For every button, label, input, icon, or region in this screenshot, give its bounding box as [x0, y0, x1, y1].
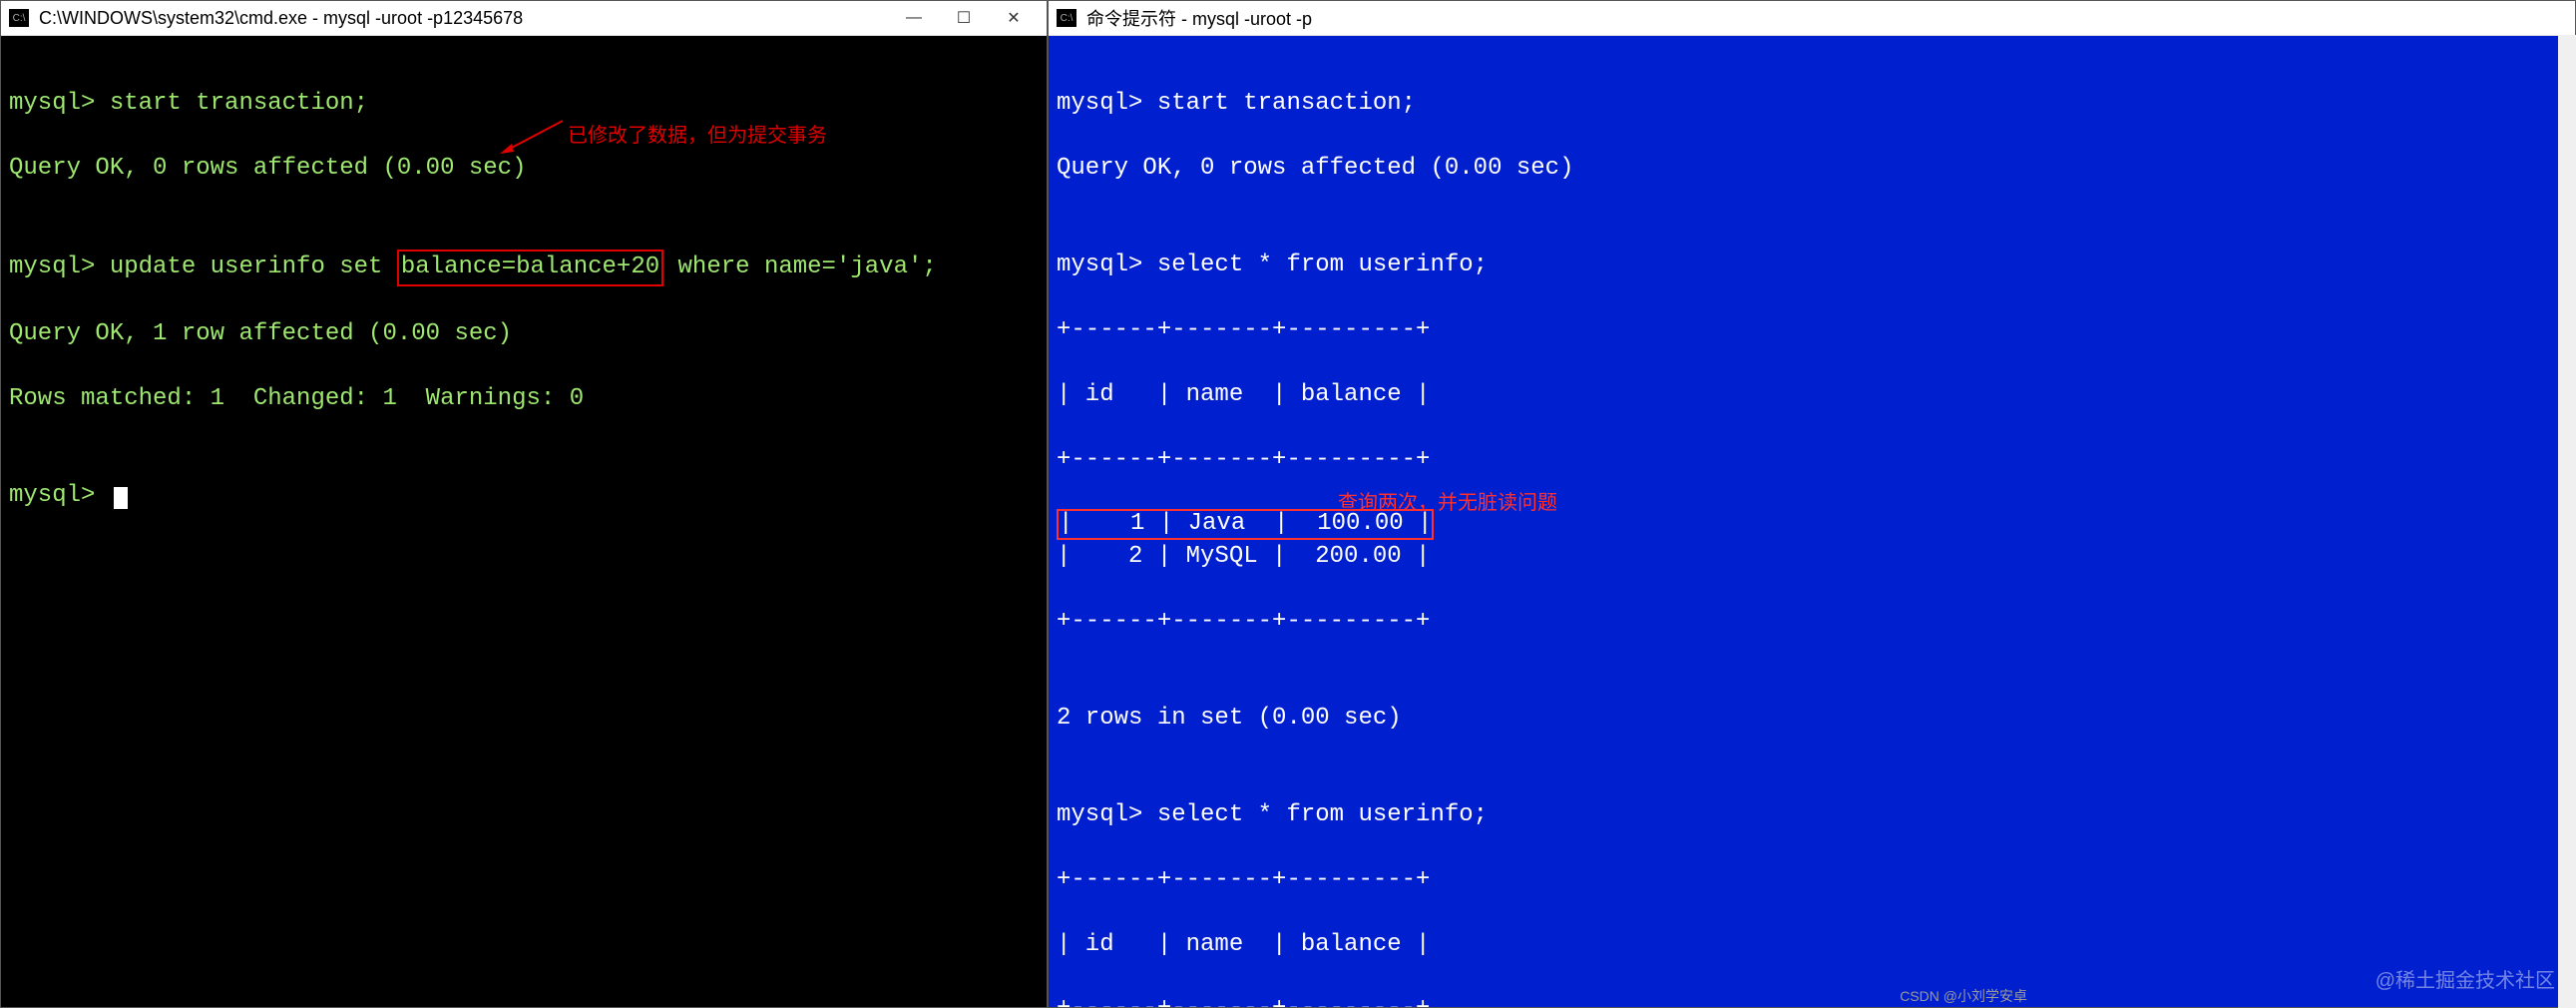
terminal-line: mysql> update userinfo set balance=balan…: [9, 250, 1039, 285]
terminal-line: 2 rows in set (0.00 sec): [1057, 703, 2567, 735]
right-title-text: 命令提示符 - mysql -uroot -p: [1086, 5, 2567, 31]
right-titlebar[interactable]: C:\ 命令提示符 - mysql -uroot -p: [1049, 1, 2575, 36]
right-terminal-body[interactable]: mysql> start transaction; Query OK, 0 ro…: [1049, 36, 2575, 1007]
terminal-line: mysql> start transaction;: [1057, 88, 2567, 120]
right-annotation-text: 查询两次，并无脏读问题: [1338, 490, 1557, 517]
watermark-text: @稀土掘金技术社区: [2375, 968, 2555, 995]
left-terminal-body[interactable]: mysql> start transaction; Query OK, 0 ro…: [1, 36, 1047, 1007]
arrow-icon: [498, 116, 568, 156]
left-title-text: C:\WINDOWS\system32\cmd.exe - mysql -uro…: [39, 8, 889, 29]
terminal-line: mysql> select * from userinfo;: [1057, 250, 2567, 281]
table-header-row: | id | name | balance |: [1057, 929, 2567, 961]
cursor-icon: [114, 487, 128, 509]
terminal-line: Query OK, 1 row affected (0.00 sec): [9, 318, 1039, 350]
table-border: +------+-------+---------+: [1057, 314, 2567, 346]
table-border: +------+-------+---------+: [1057, 864, 2567, 896]
update-prefix: mysql> update userinfo set: [9, 253, 397, 280]
table-header-row: | id | name | balance |: [1057, 379, 2567, 411]
cmd-icon: C:\: [9, 9, 29, 27]
table-row: | 2 | MySQL | 200.00 |: [1057, 541, 2567, 573]
prompt-text: mysql>: [9, 482, 110, 509]
terminal-line: Query OK, 0 rows affected (0.00 sec): [1057, 153, 2567, 185]
minimize-button[interactable]: —: [889, 3, 939, 33]
left-cmd-window: C:\ C:\WINDOWS\system32\cmd.exe - mysql …: [0, 0, 1048, 1008]
credit-text: CSDN @小刘学安卓: [1900, 986, 2027, 1006]
balance-highlight-box: balance=balance+20: [397, 250, 663, 285]
terminal-line: Query OK, 0 rows affected (0.00 sec): [9, 153, 1039, 185]
table-border: +------+-------+---------+: [1057, 444, 2567, 476]
left-annotation-text: 已修改了数据，但为提交事务: [568, 123, 827, 150]
left-annotation-group: 已修改了数据，但为提交事务: [498, 116, 827, 156]
close-button[interactable]: ✕: [989, 3, 1039, 33]
table-border: +------+-------+---------+: [1057, 606, 2567, 638]
terminal-prompt: mysql>: [9, 480, 1039, 512]
table-border: +------+-------+---------+: [1057, 993, 2567, 1007]
right-cmd-window: C:\ 命令提示符 - mysql -uroot -p mysql> start…: [1048, 0, 2576, 1008]
maximize-button[interactable]: ☐: [939, 3, 989, 33]
left-window-controls: — ☐ ✕: [889, 3, 1039, 33]
terminal-line: mysql> select * from userinfo;: [1057, 799, 2567, 831]
terminal-line: Rows matched: 1 Changed: 1 Warnings: 0: [9, 383, 1039, 415]
left-titlebar[interactable]: C:\ C:\WINDOWS\system32\cmd.exe - mysql …: [1, 1, 1047, 36]
update-suffix: where name='java';: [663, 253, 937, 280]
cmd-icon: C:\: [1057, 9, 1076, 27]
